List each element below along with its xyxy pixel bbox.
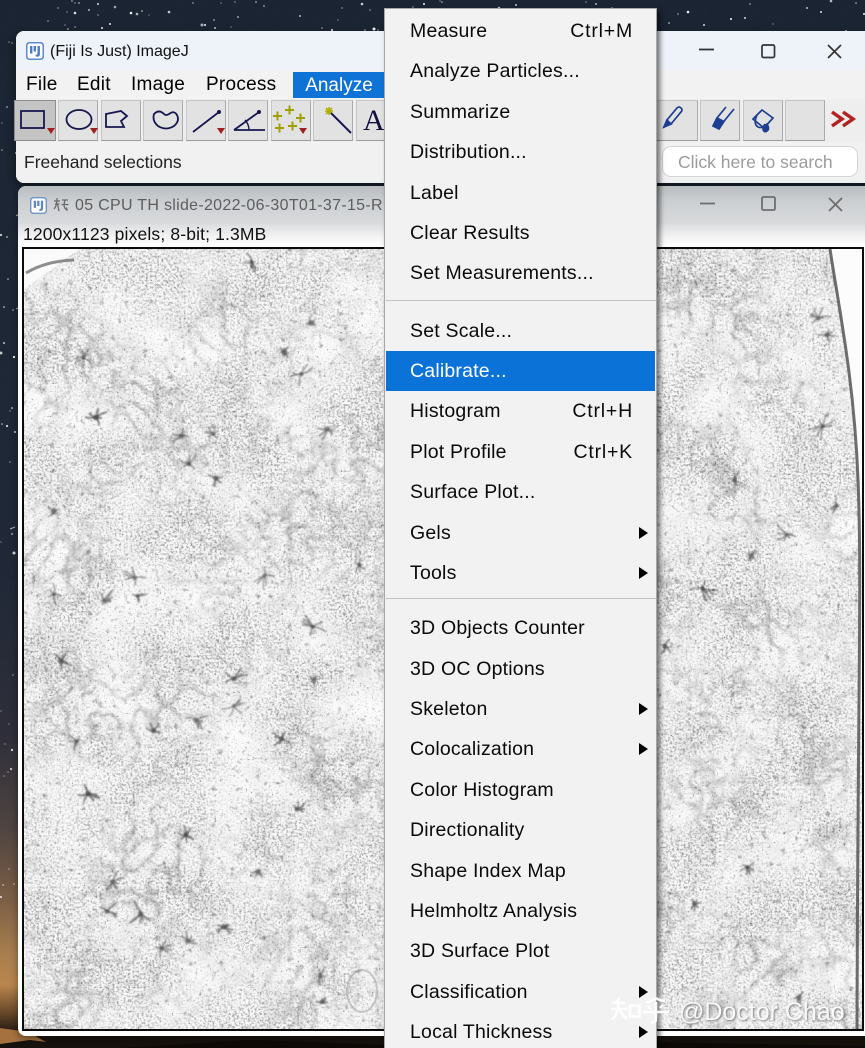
svg-text:A: A	[363, 104, 385, 137]
